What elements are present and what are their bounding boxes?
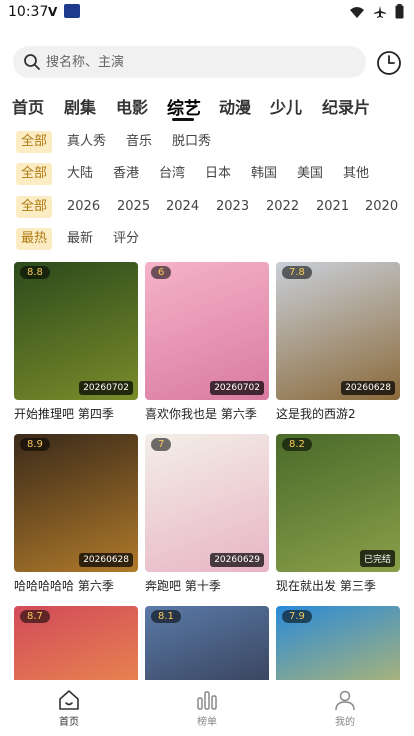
show-title: 开始推理吧 第四季 (14, 407, 114, 421)
status-time: 10:37 (8, 4, 49, 20)
update-badge: 20260629 (210, 553, 264, 567)
filter-region-japan[interactable]: 日本 (205, 163, 231, 185)
nav-home[interactable]: 首页 (39, 688, 99, 728)
filter-type-music[interactable]: 音乐 (126, 131, 152, 153)
tab-variety[interactable]: 综艺 (167, 94, 201, 119)
filter-row-region: 全部 大陆 香港 台湾 日本 韩国 美国 其他 (0, 163, 414, 185)
score-badge: 7.9 (282, 610, 312, 623)
chart-icon (197, 691, 217, 710)
filter-year-2022[interactable]: 2022 (266, 196, 299, 218)
show-card[interactable]: 7 20260629 奔跑吧 第十季 (145, 434, 269, 593)
update-badge: 20260702 (79, 381, 133, 395)
show-poster[interactable]: 7.8 20260628 (276, 262, 400, 400)
filter-year-2021[interactable]: 2021 (316, 196, 349, 218)
filter-type-talkshow[interactable]: 脱口秀 (172, 131, 211, 153)
search-icon (23, 53, 41, 75)
show-poster[interactable]: 8.8 20260702 (14, 262, 138, 400)
tab-anime[interactable]: 动漫 (219, 94, 251, 118)
show-card[interactable]: 7.9 (276, 606, 400, 680)
show-poster[interactable]: 7 20260629 (145, 434, 269, 572)
filter-type-all[interactable]: 全部 (16, 131, 53, 153)
show-grid: 8.8 20260702 开始推理吧 第四季 6 20260702 喜欢你我也是 第六季 7… (0, 262, 414, 680)
score-badge: 8.8 (20, 266, 50, 279)
status-icons (349, 4, 404, 23)
show-card[interactable]: 8.8 20260702 开始推理吧 第四季 (14, 262, 138, 421)
nav-profile[interactable]: 我的 (315, 688, 375, 728)
tab-movies[interactable]: 电影 (116, 94, 148, 118)
filter-region-mainland[interactable]: 大陆 (67, 163, 93, 185)
filter-year-2023[interactable]: 2023 (216, 196, 249, 218)
filter-year-2025[interactable]: 2025 (117, 196, 150, 218)
show-title: 现在就出发 第三季 (276, 579, 376, 593)
nav-ranking[interactable]: 榜单 (177, 688, 237, 728)
show-card[interactable]: 6 20260702 喜欢你我也是 第六季 (145, 262, 269, 421)
show-card[interactable]: 8.2 已完结现在就出发 第三季 (276, 434, 400, 593)
user-icon (335, 690, 355, 711)
show-poster[interactable]: 8.2 已完结 (276, 434, 400, 572)
show-poster[interactable]: 7.9 (276, 606, 400, 680)
category-tabs: 首页 剧集 电影 综艺 动漫 少儿 纪录片 (0, 94, 414, 121)
tab-documentary[interactable]: 纪录片 (322, 94, 370, 118)
update-badge: 20260702 (210, 381, 264, 395)
sort-latest[interactable]: 最新 (67, 228, 93, 250)
bottom-nav: 首页 榜单 我的 (0, 680, 414, 736)
sort-rating[interactable]: 评分 (113, 228, 139, 250)
app-notification-icon (64, 4, 80, 18)
show-card[interactable]: 8.9 20260628 哈哈哈哈哈 第六季 (14, 434, 138, 593)
show-card[interactable]: 8.1 (145, 606, 269, 680)
status-bar: 10:37 V (0, 0, 414, 26)
sort-hot[interactable]: 最热 (16, 228, 53, 250)
show-title: 奔跑吧 第十季 (145, 579, 221, 593)
filter-row-type: 全部 真人秀 音乐 脱口秀 (0, 131, 414, 153)
show-poster[interactable]: 8.1 (145, 606, 269, 680)
tab-series[interactable]: 剧集 (64, 94, 96, 118)
show-poster[interactable]: 8.7 (14, 606, 138, 680)
show-card[interactable]: 8.7 (14, 606, 138, 680)
score-badge: 8.1 (151, 610, 181, 623)
update-badge: 20260628 (341, 381, 395, 395)
tab-kids[interactable]: 少儿 (270, 94, 302, 118)
airplane-icon (373, 4, 387, 23)
show-card[interactable]: 7.8 20260628 这是我的西游2 (276, 262, 400, 421)
filter-type-reality[interactable]: 真人秀 (67, 131, 106, 153)
score-badge: 6 (151, 266, 172, 279)
show-title: 喜欢你我也是 第六季 (145, 407, 257, 421)
score-badge: 8.2 (282, 438, 312, 451)
nav-home-label: 首页 (59, 717, 79, 728)
filter-row-year: 全部 2026 2025 2024 2023 2022 2021 2020 (0, 196, 414, 218)
wifi-icon (349, 4, 365, 23)
filter-year-2026[interactable]: 2026 (67, 196, 100, 218)
filter-row-sort: 最热 最新 评分 (0, 228, 414, 250)
update-badge: 已完结 (359, 550, 395, 567)
update-badge: 20260628 (79, 553, 133, 567)
filter-region-other[interactable]: 其他 (343, 163, 369, 185)
show-poster[interactable]: 8.9 20260628 (14, 434, 138, 572)
score-badge: 8.7 (20, 610, 50, 623)
filter-region-korea[interactable]: 韩国 (251, 163, 277, 185)
filter-region-all[interactable]: 全部 (16, 163, 53, 185)
filter-year-all[interactable]: 全部 (16, 196, 53, 218)
nav-profile-label: 我的 (335, 717, 355, 728)
history-clock-icon[interactable] (376, 50, 402, 80)
search-input[interactable] (46, 46, 346, 78)
home-icon (59, 690, 79, 710)
show-title: 哈哈哈哈哈 第六季 (14, 579, 114, 593)
tab-home[interactable]: 首页 (12, 94, 44, 118)
battery-icon (395, 4, 404, 23)
score-badge: 7.8 (282, 266, 312, 279)
filter-year-2024[interactable]: 2024 (166, 196, 199, 218)
score-badge: 7 (151, 438, 172, 451)
status-letter: V (48, 5, 58, 19)
search-bar[interactable] (13, 46, 366, 78)
active-tab-indicator (172, 118, 194, 121)
score-badge: 8.9 (20, 438, 50, 451)
filter-region-usa[interactable]: 美国 (297, 163, 323, 185)
filter-year-2020[interactable]: 2020 (365, 196, 398, 218)
filter-region-taiwan[interactable]: 台湾 (159, 163, 185, 185)
show-poster[interactable]: 6 20260702 (145, 262, 269, 400)
filter-region-hongkong[interactable]: 香港 (113, 163, 139, 185)
nav-ranking-label: 榜单 (197, 717, 217, 728)
show-title: 这是我的西游2 (276, 407, 356, 421)
